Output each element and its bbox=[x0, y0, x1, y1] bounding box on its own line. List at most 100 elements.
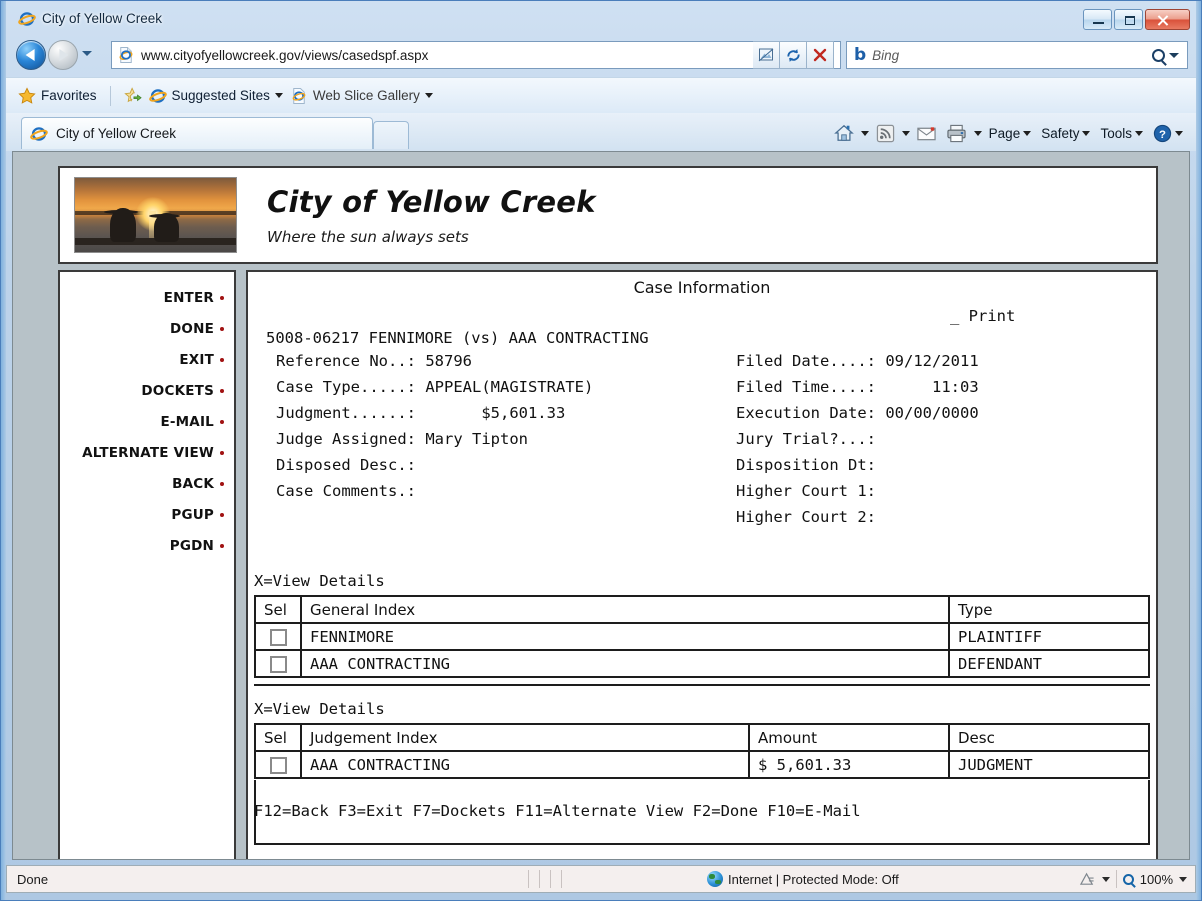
status-divider bbox=[539, 870, 541, 888]
safety-menu-button[interactable]: Safety bbox=[1038, 126, 1093, 141]
menu-item-pgdn[interactable]: PGDN bbox=[60, 538, 234, 554]
add-to-favorites-bar-button[interactable] bbox=[123, 86, 142, 105]
stop-button[interactable] bbox=[807, 41, 834, 69]
table-row[interactable]: FENNIMORE PLAINTIFF bbox=[254, 622, 1150, 651]
print-link[interactable]: _ Print bbox=[950, 307, 1015, 325]
menu-item-dockets[interactable]: DOCKETS bbox=[60, 383, 234, 399]
menu-item-done[interactable]: DONE bbox=[60, 321, 234, 337]
recent-pages-chevron-down-icon[interactable] bbox=[82, 51, 92, 56]
row-select-cell[interactable] bbox=[254, 750, 302, 779]
column-header-type: Type bbox=[948, 595, 1150, 624]
suggested-sites-button[interactable]: Suggested Sites bbox=[148, 87, 283, 105]
field-judge-assigned: Judge Assigned: Mary Tipton bbox=[276, 430, 593, 456]
site-banner: City of Yellow Creek Where the sun alway… bbox=[58, 166, 1158, 264]
minimize-button[interactable] bbox=[1083, 9, 1112, 30]
suggested-sites-chevron-down-icon[interactable] bbox=[274, 93, 283, 98]
feeds-button[interactable] bbox=[873, 124, 898, 143]
field-label: Case Comments.: bbox=[276, 482, 416, 500]
menu-item-back[interactable]: BACK bbox=[60, 476, 234, 492]
change-zoom-icon[interactable] bbox=[1079, 872, 1096, 887]
new-tab-button[interactable] bbox=[373, 121, 409, 149]
forward-button[interactable] bbox=[48, 40, 78, 70]
row-checkbox[interactable] bbox=[269, 628, 287, 646]
bullet-icon bbox=[220, 389, 224, 393]
internet-explorer-icon bbox=[30, 126, 48, 141]
back-button[interactable] bbox=[16, 40, 46, 70]
search-icon[interactable] bbox=[1152, 48, 1165, 62]
column-header-sel: Sel bbox=[254, 723, 302, 752]
refresh-button[interactable] bbox=[780, 41, 807, 69]
tools-menu-button[interactable]: Tools bbox=[1097, 126, 1146, 141]
home-chevron-down-icon[interactable] bbox=[860, 130, 869, 136]
row-checkbox[interactable] bbox=[269, 655, 287, 673]
search-input[interactable]: Bing bbox=[872, 48, 1152, 63]
feeds-chevron-down-icon[interactable] bbox=[901, 130, 910, 136]
zoom-icon[interactable] bbox=[1122, 873, 1134, 885]
search-chevron-down-icon[interactable] bbox=[1169, 52, 1179, 58]
cell-general-index: AAA CONTRACTING bbox=[300, 649, 950, 678]
field-execution-date: Execution Date: 00/00/0000 bbox=[736, 404, 979, 430]
zoom-level-chevron-down-icon[interactable] bbox=[1179, 876, 1187, 882]
compatibility-icon bbox=[758, 48, 774, 62]
field-value: 00/00/0000 bbox=[885, 404, 979, 422]
menu-item-pgup[interactable]: PGUP bbox=[60, 507, 234, 523]
web-slice-icon bbox=[292, 87, 306, 104]
judgements-table: Sel Judgement Index Amount Desc AAA CONT… bbox=[254, 723, 1150, 779]
cell-general-index: FENNIMORE bbox=[300, 622, 950, 651]
print-chevron-down-icon[interactable] bbox=[973, 130, 982, 136]
table-row[interactable]: AAA CONTRACTING $ 5,601.33 JUDGMENT bbox=[254, 750, 1150, 779]
tab-bar: City of Yellow Creek Page Safety Tools ? bbox=[6, 113, 1196, 151]
field-value: $5,601.33 bbox=[425, 404, 566, 422]
menu-item-email[interactable]: E-MAIL bbox=[60, 414, 234, 430]
refresh-icon bbox=[786, 48, 800, 62]
web-slice-gallery-button[interactable]: Web Slice Gallery bbox=[290, 87, 433, 105]
bullet-icon bbox=[220, 451, 224, 455]
field-label: Filed Date....: bbox=[736, 352, 876, 370]
case-information-panel: Case Information _ Print 5008-06217 FENN… bbox=[246, 270, 1158, 859]
field-label: Higher Court 1: bbox=[736, 482, 876, 500]
zoom-chevron-down-icon[interactable] bbox=[1101, 876, 1110, 882]
print-button[interactable] bbox=[943, 124, 970, 143]
address-bar[interactable]: www.cityofyellowcreek.gov/views/casedspf… bbox=[111, 41, 841, 69]
row-select-cell[interactable] bbox=[254, 622, 302, 651]
table-header-row: Sel General Index Type bbox=[254, 595, 1150, 624]
row-checkbox[interactable] bbox=[269, 756, 287, 774]
close-button[interactable] bbox=[1145, 9, 1190, 30]
field-filed-time: Filed Time....: 11:03 bbox=[736, 378, 979, 404]
menu-item-label: BACK bbox=[172, 476, 214, 492]
table-header-row: Sel Judgement Index Amount Desc bbox=[254, 723, 1150, 752]
tab-city-of-yellow-creek[interactable]: City of Yellow Creek bbox=[21, 117, 373, 149]
menu-item-label: DONE bbox=[169, 321, 214, 337]
case-header: 5008-06217 FENNIMORE (vs) AAA CONTRACTIN… bbox=[266, 329, 649, 347]
maximize-button[interactable] bbox=[1114, 9, 1143, 30]
row-select-cell[interactable] bbox=[254, 649, 302, 678]
menu-item-alternate-view[interactable]: ALTERNATE VIEW bbox=[60, 445, 234, 461]
column-header-sel: Sel bbox=[254, 595, 302, 624]
field-value: 58796 bbox=[425, 352, 472, 370]
table-row[interactable]: AAA CONTRACTING DEFENDANT bbox=[254, 649, 1150, 678]
window-title: City of Yellow Creek bbox=[42, 11, 163, 26]
rss-feed-icon bbox=[876, 124, 894, 142]
compatibility-view-button[interactable] bbox=[753, 41, 780, 69]
menu-item-exit[interactable]: EXIT bbox=[60, 352, 234, 368]
favorites-separator bbox=[109, 85, 111, 106]
security-zone[interactable]: Internet | Protected Mode: Off bbox=[707, 871, 899, 887]
judgements-hint: X=View Details bbox=[254, 700, 385, 718]
menu-item-enter[interactable]: ENTER bbox=[60, 290, 234, 306]
home-button[interactable] bbox=[831, 123, 857, 143]
favorites-label: Favorites bbox=[41, 88, 97, 103]
safety-menu-label: Safety bbox=[1041, 125, 1080, 141]
favorites-button[interactable]: Favorites bbox=[18, 86, 97, 105]
search-box[interactable]: b Bing bbox=[846, 41, 1188, 69]
page-chevron-down-icon bbox=[1023, 130, 1032, 136]
site-title: City of Yellow Creek bbox=[267, 184, 596, 219]
case-fields-right: Filed Date....: 09/12/2011 Filed Time...… bbox=[736, 352, 979, 534]
field-label: Execution Date: bbox=[736, 404, 876, 422]
status-message: Done bbox=[17, 871, 49, 887]
web-slice-chevron-down-icon[interactable] bbox=[424, 93, 433, 98]
read-mail-button[interactable] bbox=[914, 126, 939, 141]
page-menu-button[interactable]: Page bbox=[986, 126, 1035, 141]
internet-explorer-icon bbox=[18, 12, 36, 26]
cell-judgement-index: AAA CONTRACTING bbox=[300, 750, 750, 779]
help-menu-button[interactable]: ? bbox=[1150, 124, 1186, 143]
